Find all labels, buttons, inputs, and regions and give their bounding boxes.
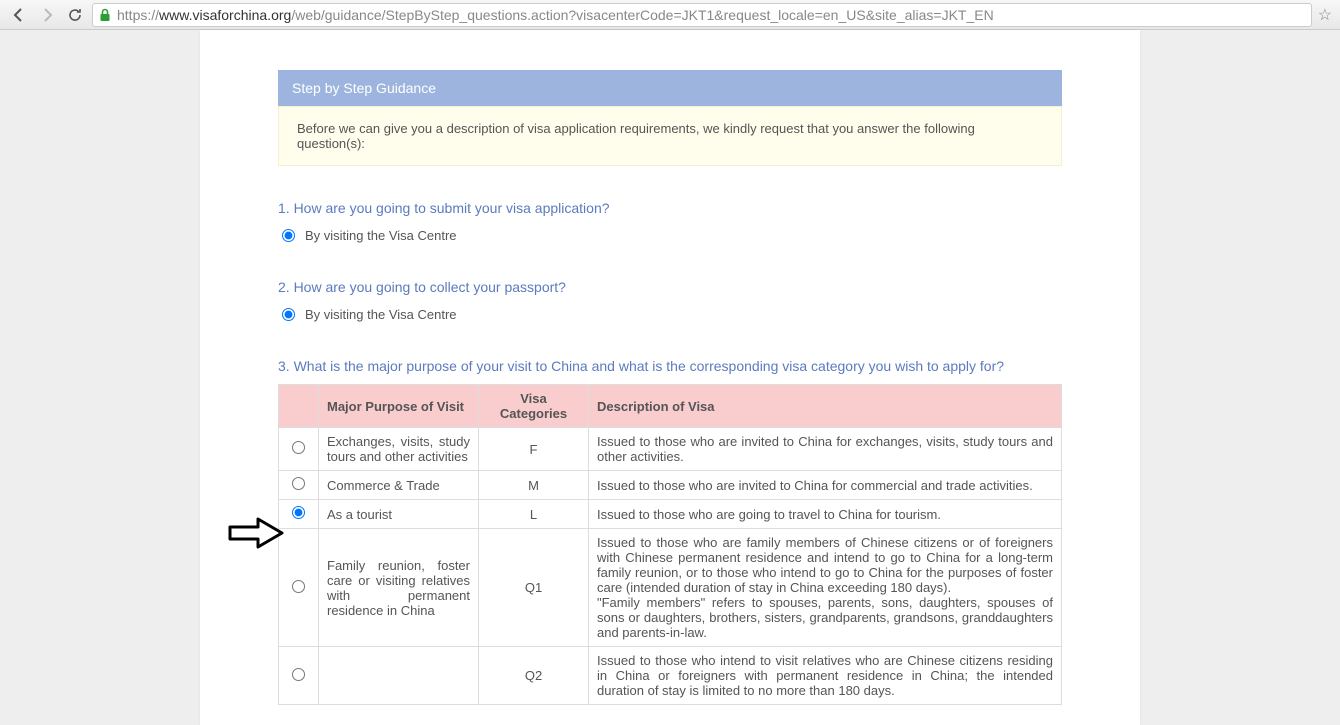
table-row: As a tourist L Issued to those who are g… xyxy=(279,500,1062,529)
description-cell: Issued to those who are family members o… xyxy=(589,529,1062,647)
purpose-cell: Exchanges, visits, study tours and other… xyxy=(319,428,479,471)
q2-option-visacentre[interactable]: By visiting the Visa Centre xyxy=(278,305,1062,324)
browser-toolbar: https://www.visaforchina.org/web/guidanc… xyxy=(0,0,1340,30)
arrow-left-icon xyxy=(11,7,27,23)
page-banner: Step by Step Guidance xyxy=(278,70,1062,106)
visa-radio-m[interactable] xyxy=(292,477,305,490)
category-cell: F xyxy=(479,428,589,471)
table-header-categories: Visa Categories xyxy=(479,385,589,428)
table-header-row: Major Purpose of Visit Visa Categories D… xyxy=(279,385,1062,428)
visa-radio-f[interactable] xyxy=(292,441,305,454)
url-scheme: https:// xyxy=(117,7,159,23)
visa-radio-l[interactable] xyxy=(292,506,305,519)
table-header-description: Description of Visa xyxy=(589,385,1062,428)
table-row: Family reunion, foster care or visiting … xyxy=(279,529,1062,647)
description-cell: Issued to those who intend to visit rela… xyxy=(589,647,1062,705)
purpose-cell xyxy=(319,647,479,705)
forward-button[interactable] xyxy=(36,4,58,26)
purpose-cell: Family reunion, foster care or visiting … xyxy=(319,529,479,647)
table-header-purpose: Major Purpose of Visit xyxy=(319,385,479,428)
back-button[interactable] xyxy=(8,4,30,26)
question-1: 1. How are you going to submit your visa… xyxy=(278,200,1062,245)
notice-text: Before we can give you a description of … xyxy=(297,121,975,151)
description-cell: Issued to those who are going to travel … xyxy=(589,500,1062,529)
reload-icon xyxy=(67,7,83,23)
reload-button[interactable] xyxy=(64,4,86,26)
description-cell: Issued to those who are invited to China… xyxy=(589,471,1062,500)
question-3-title: 3. What is the major purpose of your vis… xyxy=(278,358,1062,374)
category-cell: M xyxy=(479,471,589,500)
arrow-right-icon xyxy=(228,515,284,551)
url-path: /web/guidance/StepByStep_questions.actio… xyxy=(291,7,993,23)
q2-radio-visacentre[interactable] xyxy=(282,308,295,321)
table-row: Commerce & Trade M Issued to those who a… xyxy=(279,471,1062,500)
description-cell: Issued to those who are invited to China… xyxy=(589,428,1062,471)
bookmark-star-icon[interactable]: ☆ xyxy=(1318,5,1332,25)
category-cell: Q1 xyxy=(479,529,589,647)
table-header-select xyxy=(279,385,319,428)
q2-option-label: By visiting the Visa Centre xyxy=(305,307,457,322)
category-cell: L xyxy=(479,500,589,529)
q1-option-visacentre[interactable]: By visiting the Visa Centre xyxy=(278,226,1062,245)
notice-box: Before we can give you a description of … xyxy=(278,106,1062,166)
url-host: www.visaforchina.org xyxy=(159,7,291,23)
banner-title: Step by Step Guidance xyxy=(292,80,436,96)
q1-option-label: By visiting the Visa Centre xyxy=(305,228,457,243)
page-container: Step by Step Guidance Before we can give… xyxy=(200,30,1140,725)
table-row: Q2 Issued to those who intend to visit r… xyxy=(279,647,1062,705)
visa-radio-q2[interactable] xyxy=(292,668,305,681)
lock-icon xyxy=(99,8,111,22)
table-row: Exchanges, visits, study tours and other… xyxy=(279,428,1062,471)
visa-category-table: Major Purpose of Visit Visa Categories D… xyxy=(278,384,1062,705)
category-cell: Q2 xyxy=(479,647,589,705)
pointer-arrow-annotation xyxy=(228,515,284,551)
question-2-title: 2. How are you going to collect your pas… xyxy=(278,279,1062,295)
purpose-cell: Commerce & Trade xyxy=(319,471,479,500)
arrow-right-icon xyxy=(39,7,55,23)
question-1-title: 1. How are you going to submit your visa… xyxy=(278,200,1062,216)
question-3: 3. What is the major purpose of your vis… xyxy=(278,358,1062,705)
q1-radio-visacentre[interactable] xyxy=(282,229,295,242)
purpose-cell: As a tourist xyxy=(319,500,479,529)
url-bar[interactable]: https://www.visaforchina.org/web/guidanc… xyxy=(92,3,1312,27)
question-2: 2. How are you going to collect your pas… xyxy=(278,279,1062,324)
visa-radio-q1[interactable] xyxy=(292,580,305,593)
